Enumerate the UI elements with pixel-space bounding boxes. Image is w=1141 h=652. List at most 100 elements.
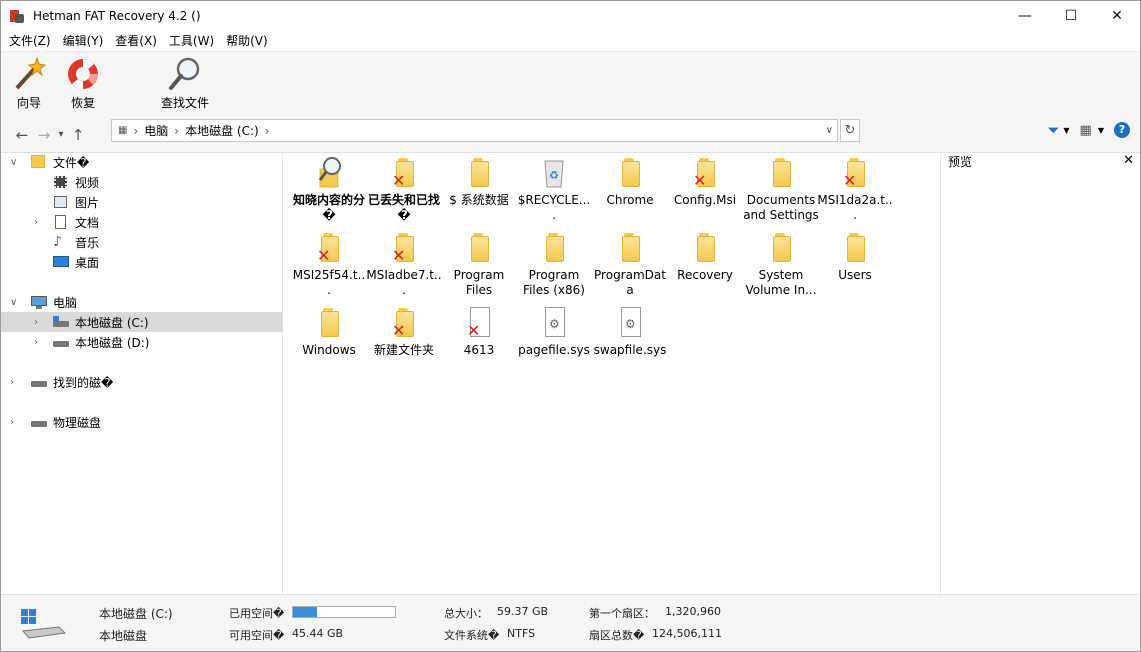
folder-icon xyxy=(461,230,497,266)
drive-icon xyxy=(31,415,47,429)
folder-icon xyxy=(687,230,723,266)
file-item[interactable]: ✕ 4613 xyxy=(441,305,517,358)
file-item[interactable]: ✕ Config.Msi xyxy=(667,155,743,208)
up-arrow-icon[interactable]: ↑ xyxy=(67,126,89,144)
breadcrumb-drive[interactable]: 本地磁盘 (C:) xyxy=(185,122,259,139)
deleted-mark-icon: ✕ xyxy=(392,171,406,190)
drive-type: 本地磁盘 xyxy=(99,629,148,643)
collapsed-caret-icon[interactable]: › xyxy=(34,337,38,348)
help-icon[interactable]: ? xyxy=(1114,122,1130,138)
menu-file[interactable]: 文件(Z) xyxy=(3,31,57,51)
forward-arrow-icon[interactable]: → xyxy=(33,126,55,144)
tree-item-drive-c[interactable]: › 本地磁盘 (C:) xyxy=(1,312,283,332)
filter-icon[interactable]: ⏷ xyxy=(1047,121,1059,139)
file-item[interactable]: ⚙ pagefile.sys xyxy=(516,305,592,358)
tree-item-pictures[interactable]: 图片 xyxy=(1,192,283,212)
file-item[interactable]: Program Files xyxy=(441,230,517,298)
tree-item-drive-d[interactable]: › 本地磁盘 (D:) xyxy=(1,332,283,352)
file-item[interactable]: Windows xyxy=(291,305,367,358)
menu-view[interactable]: 查看(X) xyxy=(109,31,163,51)
file-item[interactable]: $ 系统数据 xyxy=(441,155,517,208)
preview-close-button[interactable]: ✕ xyxy=(1123,153,1134,168)
menu-edit[interactable]: 编辑(Y) xyxy=(57,31,110,51)
tree-label: 本地磁盘 (C:) xyxy=(75,315,149,330)
folder-icon xyxy=(536,230,572,266)
menu-tools[interactable]: 工具(W) xyxy=(163,31,220,51)
close-button[interactable]: ✕ xyxy=(1094,1,1140,31)
breadcrumb-separator-icon: › xyxy=(264,123,270,138)
deleted-folder-icon: ✕ xyxy=(687,155,723,191)
view-dropdown-icon[interactable]: ▼ xyxy=(1098,126,1104,135)
tree-item-found-disks[interactable]: › 找到的磁� xyxy=(1,372,283,392)
expanded-caret-icon[interactable]: ∨ xyxy=(10,157,17,168)
file-item[interactable]: ♻ $RECYCLE.... xyxy=(516,155,592,223)
file-item[interactable]: System Volume In... xyxy=(743,230,819,298)
film-icon xyxy=(53,175,69,189)
folder-icon xyxy=(837,230,873,266)
file-name: pagefile.sys xyxy=(518,343,590,357)
file-item[interactable]: ✕ MSI1da2a.t... xyxy=(817,155,893,223)
collapsed-caret-icon[interactable]: › xyxy=(34,317,38,328)
file-item[interactable]: Users xyxy=(817,230,893,283)
used-space-bar xyxy=(292,606,396,618)
file-item[interactable]: 知晓内容的分� xyxy=(291,155,367,223)
deleted-folder-icon: ✕ xyxy=(386,230,422,266)
tree-item-music[interactable]: ♪ 音乐 xyxy=(1,232,283,252)
file-item[interactable]: Program Files (x86) xyxy=(516,230,592,298)
history-chevron-icon[interactable]: ▾ xyxy=(55,129,67,140)
file-item[interactable]: Recovery xyxy=(667,230,743,283)
deleted-mark-icon: ✕ xyxy=(693,171,707,190)
wizard-wand-icon xyxy=(11,56,47,92)
breadcrumb-computer[interactable]: 电脑 xyxy=(144,122,168,139)
free-space-value: 45.44 GB xyxy=(292,627,344,640)
file-name: swapfile.sys xyxy=(593,343,667,357)
deleted-file-icon: ✕ xyxy=(461,305,497,341)
app-window: Hetman FAT Recovery 4.2 () — ☐ ✕ 文件(Z) 编… xyxy=(0,0,1141,652)
refresh-button[interactable]: ↻ xyxy=(840,119,860,142)
collapsed-caret-icon[interactable]: › xyxy=(10,417,14,428)
address-dropdown-icon[interactable]: ∨ xyxy=(826,125,833,136)
collapsed-caret-icon[interactable]: › xyxy=(10,377,14,388)
tree-item-documents[interactable]: › 文档 xyxy=(1,212,283,232)
filter-dropdown-icon[interactable]: ▼ xyxy=(1063,126,1069,135)
file-item[interactable]: ✕ MSI25f54.t... xyxy=(291,230,367,298)
minimize-button[interactable]: — xyxy=(1002,1,1048,31)
expanded-caret-icon[interactable]: ∨ xyxy=(10,297,17,308)
file-item[interactable]: Chrome xyxy=(592,155,668,208)
file-name: Recovery xyxy=(677,268,733,282)
tree-label: 找到的磁� xyxy=(53,375,114,390)
tree-item-physical-disks[interactable]: › 物理磁盘 xyxy=(1,412,283,432)
tree-item-desktop[interactable]: 桌面 xyxy=(1,252,283,272)
file-name: MSIadbe7.t... xyxy=(366,268,442,297)
folder-icon xyxy=(763,155,799,191)
first-sector-label: 第一个扇区： xyxy=(589,607,655,620)
file-item[interactable]: ⚙ swapfile.sys xyxy=(592,305,668,358)
gear-icon: ⚙ xyxy=(625,317,636,331)
back-arrow-icon[interactable]: ← xyxy=(11,126,33,144)
maximize-button[interactable]: ☐ xyxy=(1048,1,1094,31)
address-field[interactable]: ▦ › 电脑 › 本地磁盘 (C:) › ∨ xyxy=(111,119,838,142)
file-item[interactable]: Documents and Settings xyxy=(743,155,819,223)
collapsed-caret-icon[interactable]: › xyxy=(34,217,38,228)
menu-help[interactable]: 帮助(V) xyxy=(220,31,274,51)
tree-item-computer[interactable]: ∨ 电脑 xyxy=(1,292,283,312)
magnifier-icon xyxy=(167,56,203,92)
recover-button[interactable]: 恢复 xyxy=(57,56,109,111)
file-item[interactable]: ProgramData xyxy=(592,230,668,298)
file-item[interactable]: ✕ MSIadbe7.t... xyxy=(366,230,442,298)
desktop-icon xyxy=(53,255,69,269)
tree-item-files[interactable]: ∨ 文件� xyxy=(1,152,283,172)
file-item[interactable]: ✕ 已丢失和已找� xyxy=(366,155,442,223)
total-sectors-value: 124,506,111 xyxy=(652,627,722,640)
find-files-button[interactable]: 查找文件 xyxy=(155,56,215,111)
deleted-mark-icon: ✕ xyxy=(843,171,857,190)
wizard-button[interactable]: 向导 xyxy=(3,56,55,111)
file-name: Documents and Settings xyxy=(743,193,819,222)
deleted-folder-icon: ✕ xyxy=(837,155,873,191)
tree-item-video[interactable]: 视频 xyxy=(1,172,283,192)
system-file-icon: ⚙ xyxy=(612,305,648,341)
breadcrumb-separator-icon: › xyxy=(133,123,139,138)
total-size-value: 59.37 GB xyxy=(497,605,549,618)
file-item[interactable]: ✕ 新建文件夹 xyxy=(366,305,442,358)
view-mode-icon[interactable]: ▦ xyxy=(1080,123,1092,138)
